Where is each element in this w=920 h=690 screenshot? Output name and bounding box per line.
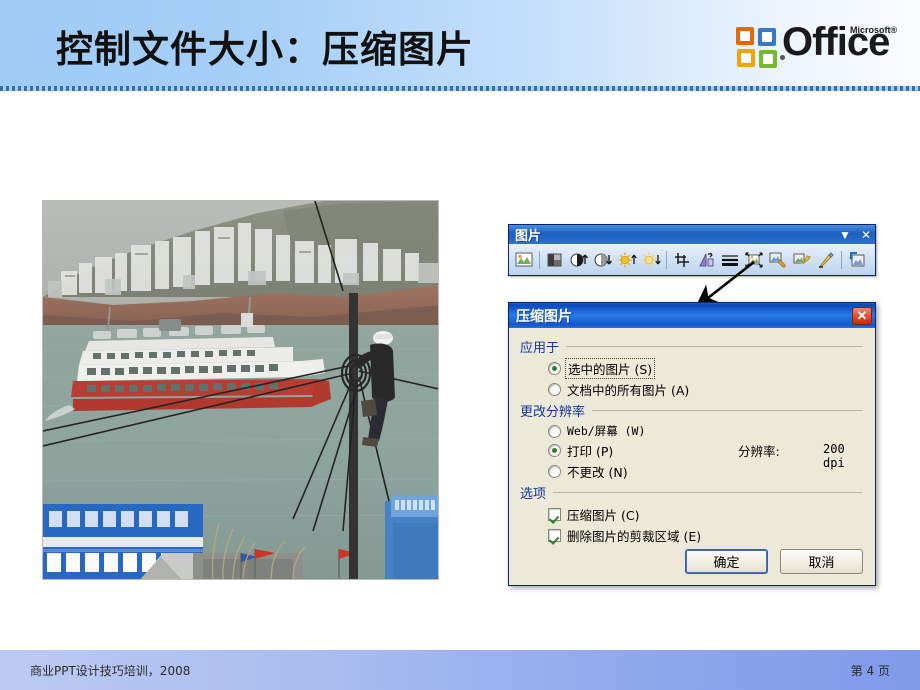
compress-pictures-dialog[interactable]: 压缩图片 ✕ 应用于 选中的图片 (S) 文档中的所有图片 (A) — [508, 302, 876, 586]
presentation-slide: 控制文件大小：压缩图片 Office Microsoft® — [0, 0, 920, 690]
toolbar-separator — [539, 251, 540, 269]
office-logo-squares — [736, 27, 778, 69]
compress-pictures-icon[interactable] — [743, 249, 765, 271]
recolor-picture-icon[interactable] — [767, 249, 789, 271]
checkbox-delete-cropped-areas[interactable]: 删除图片的剪裁区域 (E) — [548, 526, 864, 545]
radio-web-screen-label: Web/屏幕 (W) — [567, 423, 645, 439]
more-contrast-icon[interactable] — [568, 249, 590, 271]
insert-picture-icon[interactable] — [513, 249, 535, 271]
office-logo-square-gold — [737, 49, 755, 67]
crop-icon[interactable] — [671, 249, 693, 271]
less-contrast-icon[interactable] — [592, 249, 614, 271]
office-logo-square-orange — [736, 27, 754, 45]
toolbar-title: 图片 — [515, 225, 541, 244]
radio-all-pictures-indicator[interactable] — [548, 383, 561, 396]
group-divider — [553, 492, 862, 493]
rotate-left-icon[interactable] — [695, 249, 717, 271]
set-transparent-color-icon[interactable] — [815, 249, 837, 271]
change-resolution-group-header: 更改分辨率 — [520, 401, 864, 420]
checkbox-compress-pictures-indicator[interactable] — [548, 508, 561, 521]
page-title: 控制文件大小：压缩图片 — [56, 19, 474, 73]
options-group-header: 选项 — [520, 483, 864, 502]
radio-web-screen[interactable]: Web/屏幕 (W) — [548, 423, 864, 439]
apply-to-group-label: 应用于 — [520, 337, 559, 356]
radio-web-screen-indicator[interactable] — [548, 425, 561, 438]
footer-course-text: 商业PPT设计技巧培训，2008 — [30, 662, 190, 679]
line-style-icon[interactable] — [719, 249, 741, 271]
picture-toolbar[interactable]: 图片 ▼ ✕ — [508, 224, 876, 276]
radio-no-change[interactable]: 不更改 (N) — [548, 462, 864, 481]
radio-no-change-indicator[interactable] — [548, 465, 561, 478]
apply-to-group: 应用于 选中的图片 (S) 文档中的所有图片 (A) — [520, 337, 864, 399]
ok-button[interactable]: 确定 — [685, 549, 768, 574]
footer-page-number: 第 4 页 — [851, 662, 890, 679]
group-divider — [566, 346, 862, 347]
office-logo-square-blue — [758, 28, 776, 46]
toolbar-close-icon[interactable]: ✕ — [861, 229, 871, 241]
slide-header: 控制文件大小：压缩图片 Office Microsoft® — [0, 0, 920, 86]
options-group-label: 选项 — [520, 483, 546, 502]
radio-selected-pictures-indicator[interactable] — [548, 362, 561, 375]
less-brightness-icon[interactable] — [640, 249, 662, 271]
cancel-button[interactable]: 取消 — [780, 549, 863, 574]
resolution-label: 分辨率: — [738, 441, 780, 460]
checkbox-delete-cropped-areas-indicator[interactable] — [548, 529, 561, 542]
radio-selected-pictures-label: 选中的图片 (S) — [565, 358, 655, 379]
change-resolution-group: 更改分辨率 Web/屏幕 (W) 打印 (P) 分辨率: 200 dpi 不更改… — [520, 401, 864, 481]
change-resolution-group-label: 更改分辨率 — [520, 401, 585, 420]
toolbar-titlebar[interactable]: 图片 ▼ ✕ — [509, 225, 875, 244]
resolution-value: 200 dpi — [823, 442, 864, 470]
dialog-body: 应用于 选中的图片 (S) 文档中的所有图片 (A) 更改分辨率 — [509, 328, 875, 586]
toolbar-separator — [841, 251, 842, 269]
reset-picture-icon[interactable] — [846, 249, 868, 271]
checkbox-compress-pictures[interactable]: 压缩图片 (C) — [548, 505, 864, 524]
format-picture-icon[interactable] — [791, 249, 813, 271]
toolbar-options-chevron-down-icon[interactable]: ▼ — [839, 229, 851, 241]
dialog-titlebar[interactable]: 压缩图片 ✕ — [509, 303, 875, 328]
header-divider — [0, 86, 920, 91]
group-divider — [592, 410, 862, 411]
office-logo-square-green — [759, 50, 777, 68]
color-icon[interactable] — [544, 249, 566, 271]
more-brightness-icon[interactable] — [616, 249, 638, 271]
radio-all-pictures-label: 文档中的所有图片 (A) — [567, 380, 689, 399]
radio-all-pictures[interactable]: 文档中的所有图片 (A) — [548, 380, 864, 399]
checkbox-delete-cropped-areas-label: 删除图片的剪裁区域 (E) — [567, 526, 701, 545]
close-icon[interactable]: ✕ — [852, 307, 872, 325]
radio-print-indicator[interactable] — [548, 444, 561, 457]
toolbar-buttons — [509, 244, 875, 275]
microsoft-office-logo: Office Microsoft® — [736, 22, 902, 74]
radio-print-label: 打印 (P) — [567, 441, 613, 460]
options-group: 选项 压缩图片 (C) 删除图片的剪裁区域 (E) — [520, 483, 864, 545]
checkbox-compress-pictures-label: 压缩图片 (C) — [567, 505, 639, 524]
photo-illustration — [43, 201, 439, 580]
radio-print[interactable]: 打印 (P) 分辨率: 200 dpi — [548, 441, 864, 460]
dialog-title: 压缩图片 — [516, 306, 852, 326]
toolbar-separator — [666, 251, 667, 269]
apply-to-group-header: 应用于 — [520, 337, 864, 356]
slide-photo — [42, 200, 439, 580]
radio-no-change-label: 不更改 (N) — [567, 462, 628, 481]
radio-selected-pictures[interactable]: 选中的图片 (S) — [548, 359, 864, 378]
slide-footer: 商业PPT设计技巧培训，2008 第 4 页 — [0, 650, 920, 690]
microsoft-superscript: Microsoft® — [850, 25, 897, 35]
dialog-buttons: 确定 取消 — [685, 549, 863, 574]
